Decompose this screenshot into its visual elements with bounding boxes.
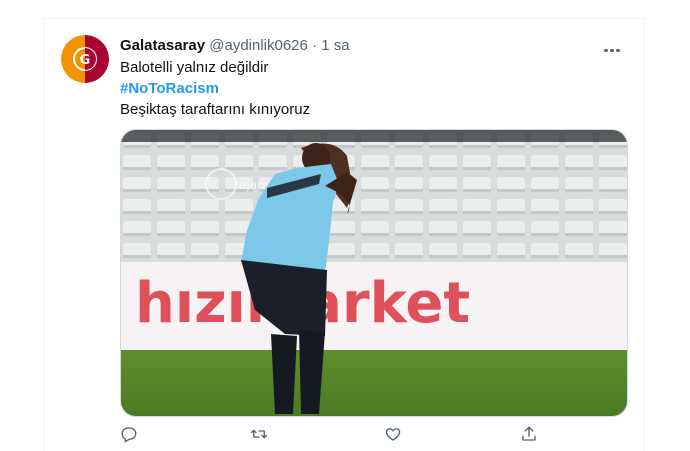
avatar[interactable]: G	[61, 35, 109, 83]
like-icon	[385, 428, 401, 441]
reply-icon	[121, 427, 137, 443]
tweet-text-line-1: Balotelli yalnız değildir	[120, 59, 269, 76]
galatasaray-logo: G	[61, 35, 109, 83]
tweet-photo[interactable]: hızımarket ajansbol	[120, 129, 628, 417]
football-photo: hızımarket ajansbol	[121, 130, 627, 416]
separator: ·	[312, 37, 318, 54]
tweet-text-line-3: Beşiktaş taraftarını kınıyoruz	[120, 101, 311, 118]
like-button[interactable]	[384, 425, 402, 443]
reply-button[interactable]	[120, 425, 138, 443]
tweet-card[interactable]: G Galatasaray @aydinlik0626 · 1 sa Balot…	[43, 18, 645, 451]
retweet-icon	[250, 429, 268, 439]
hashtag-link[interactable]: #NoToRacism	[120, 80, 219, 97]
user-handle[interactable]: @aydinlik0626	[209, 37, 308, 54]
svg-text:G: G	[80, 53, 91, 68]
tweet-actions	[120, 425, 550, 449]
display-name[interactable]: Galatasaray	[120, 37, 205, 54]
tweet-header: Galatasaray @aydinlik0626 · 1 sa	[120, 37, 350, 54]
share-icon	[522, 426, 536, 441]
more-icon[interactable]	[604, 39, 624, 52]
timestamp[interactable]: 1 sa	[321, 37, 349, 54]
retweet-button[interactable]	[250, 425, 268, 443]
share-button[interactable]	[520, 425, 538, 443]
